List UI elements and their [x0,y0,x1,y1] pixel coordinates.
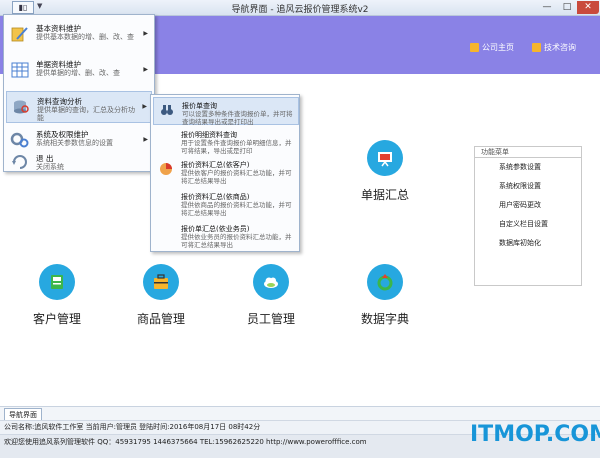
database-search-icon [14,100,29,114]
close-button[interactable]: ✕ [577,1,599,14]
submenu-item-desc: 用于设置条件查询报价单明细信息，并可将结果，导出或是打印 [181,139,292,155]
module-dictionary[interactable]: 数据字典 [340,264,430,327]
support-icon [532,43,541,52]
menu-item-exit[interactable]: 退 出 关闭系统 [6,153,152,173]
menu-item-desc: 提供单据的增、删、改、查 [36,69,120,77]
exit-refresh-icon [12,155,27,169]
module-staff-label: 员工管理 [246,312,295,326]
submenu-item-quote-detail-query[interactable]: 报价明细资料查询 用于设置条件查询报价单明细信息，并可将结果，导出或是打印 [153,127,299,157]
submenu-item-summary-by-salesperson[interactable]: 报价单汇总(依业务员) 提供依业务员的报价资料汇总功能，并可将汇总结果导出 [153,221,299,251]
menu-item-desc: 系统相关参数信息的设置 [36,139,113,147]
submenu-item-desc: 提供依业务员的报价资料汇总功能，并可将汇总结果导出 [181,233,292,249]
submenu-arrow-icon: ▶ [143,66,148,73]
func-item-db-init[interactable]: 数据库初始化 [475,234,581,253]
menu-item-basic-data[interactable]: 基本资料维护 提供基本数据的增、删、改、查 ▶ [6,19,152,51]
application-menu: 基本资料维护 提供基本数据的增、删、改、查 ▶ 单据资料维护 提供单据的增、删、… [3,14,155,172]
binoculars-icon [161,105,173,115]
submenu-arrow-icon: ▶ [142,103,147,110]
submenu-item-desc: 可以设置多种条件查询报价单，并可将查询结果导出或是打印出 [182,110,293,126]
maximize-button[interactable]: □ [557,1,577,14]
submenu-arrow-icon: ▶ [143,136,148,143]
module-summary[interactable]: 单据汇总 [340,140,430,203]
query-analysis-submenu: 报价单查询 可以设置多种条件查询报价单，并可将查询结果导出或是打印出 报价明细资… [150,94,300,252]
module-customer-label: 客户管理 [32,312,81,326]
site-watermark: ITMOP.COM [470,422,600,447]
document-tab-bar: 导航界面 [0,406,600,421]
minimize-button[interactable]: — [537,1,557,14]
module-customer[interactable]: 客户管理 [12,264,102,327]
func-item-permissions[interactable]: 系统权限设置 [475,177,581,196]
menu-item-desc: 关闭系统 [36,163,64,171]
gears-icon [10,132,29,148]
submenu-item-quote-query[interactable]: 报价单查询 可以设置多种条件查询报价单，并可将查询结果导出或是打印出 [153,97,299,126]
ring-icon [367,264,403,300]
function-menu-panel: 功能菜单 系统参数设置 系统权限设置 用户密码更改 自定义栏目设置 数据库初始化 [474,146,582,286]
company-home-label: 公司主页 [482,43,514,52]
menu-item-document-data[interactable]: 单据资料维护 提供单据的增、删、改、查 ▶ [6,55,152,87]
func-item-system-params[interactable]: 系统参数设置 [475,158,581,177]
menu-item-desc: 提供基本数据的增、删、改、查 [36,33,134,41]
func-item-custom-columns[interactable]: 自定义栏目设置 [475,215,581,234]
submenu-item-summary-by-customer[interactable]: 报价资料汇总(依客户) 提供依客户的报价资料汇总功能，并可将汇总结果导出 [153,157,299,187]
home-icon [470,43,479,52]
module-dictionary-label: 数据字典 [360,312,409,326]
company-home-link[interactable]: 公司主页 [470,42,514,53]
module-staff[interactable]: 员工管理 [226,264,316,327]
submenu-arrow-icon: ▶ [143,30,148,37]
pencil-edit-icon [11,27,28,42]
tech-support-label: 技术咨询 [544,43,576,52]
address-book-icon [39,264,75,300]
tech-support-link[interactable]: 技术咨询 [532,42,576,53]
module-product[interactable]: 商品管理 [116,264,206,327]
module-product-label: 商品管理 [136,312,185,326]
menu-item-desc: 提供单据的查询，汇总及分析功能 [37,106,135,122]
cloud-icon [253,264,289,300]
submenu-item-desc: 提供依客户的报价资料汇总功能，并可将汇总结果导出 [181,169,292,185]
submenu-item-summary-by-product[interactable]: 报价资料汇总(依商品) 提供依商品的报价资料汇总功能，并可将汇总结果导出 [153,189,299,219]
func-item-change-password[interactable]: 用户密码更改 [475,196,581,215]
submenu-item-desc: 提供依商品的报价资料汇总功能，并可将汇总结果导出 [181,201,292,217]
briefcase-icon [143,264,179,300]
grid-table-icon [11,62,29,78]
menu-item-query-analysis[interactable]: 资料查询分析 提供单据的查询，汇总及分析功能 ▶ [6,91,152,123]
module-summary-label: 单据汇总 [360,188,409,202]
pie-chart-icon [160,163,172,175]
function-menu-title: 功能菜单 [475,147,581,158]
presentation-board-icon [367,140,403,176]
